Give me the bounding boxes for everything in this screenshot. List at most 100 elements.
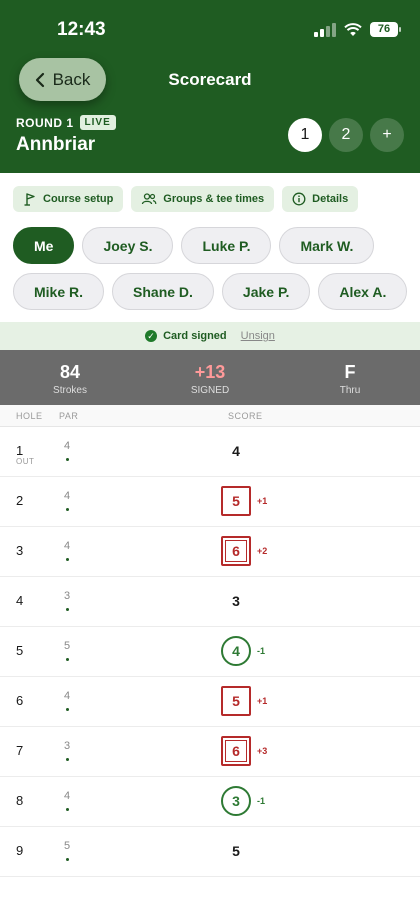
action-row: Course setup Groups & tee times Details [13, 186, 359, 212]
hole-par: 4 [64, 440, 71, 452]
hole-score[interactable]: 6 [221, 536, 251, 566]
score-summary: 84 Strokes +13 SIGNED F Thru [0, 350, 420, 405]
par-dot-icon [66, 558, 69, 561]
hole-row[interactable]: 7 3 6 +3 [0, 727, 420, 777]
player-chip-mark-w[interactable]: Mark W. [279, 227, 375, 264]
action-label: Details [312, 193, 349, 205]
par-dot-icon [66, 708, 69, 711]
hole-row[interactable]: 8 4 3 -1 [0, 777, 420, 827]
player-chip-joey-s[interactable]: Joey S. [82, 227, 174, 264]
col-par: PAR [59, 411, 79, 421]
hole-row[interactable]: 9 5 5 [0, 827, 420, 877]
score-diff: +1 [257, 696, 268, 706]
hole-number: 8 [16, 793, 24, 808]
unsign-link[interactable]: Unsign [241, 330, 275, 342]
hole-row[interactable]: 1 OUT 4 4 [0, 427, 420, 477]
hole-row[interactable]: 6 4 5 +1 [0, 677, 420, 727]
hole-row[interactable]: 5 5 4 -1 [0, 627, 420, 677]
hole-score[interactable]: 3 [221, 786, 251, 816]
score-diff: +2 [257, 546, 268, 556]
round-tab-2[interactable]: 2 [329, 118, 363, 152]
par-dot-icon [66, 858, 69, 861]
course-name: Annbriar [16, 134, 96, 155]
player-chip-mike-r[interactable]: Mike R. [13, 273, 105, 310]
battery-icon: 76 [370, 22, 401, 37]
player-chip-jake-p[interactable]: Jake P. [221, 273, 311, 310]
action-label: Course setup [43, 193, 114, 205]
action-details[interactable]: Details [282, 186, 359, 212]
strokes-value: 84 [59, 362, 81, 382]
par-dot-icon [66, 658, 69, 661]
hole-number: 1 [16, 443, 24, 458]
col-hole: HOLE [16, 411, 43, 421]
hole-score[interactable]: 5 [221, 836, 251, 866]
wifi-icon [344, 22, 362, 36]
header: 12:43 76 Back Scorecard ROUND 1 LIVE Ann… [0, 0, 420, 173]
thru-label: Thru [339, 385, 361, 396]
action-course-setup[interactable]: Course setup [13, 186, 124, 212]
round-tabs: 1 2 + [288, 118, 404, 152]
live-badge: LIVE [79, 115, 116, 130]
hole-score[interactable]: 3 [221, 586, 251, 616]
hole-number: 3 [16, 543, 24, 558]
hole-number: 6 [16, 693, 24, 708]
score-diff: +3 [257, 746, 268, 756]
strokes-stat: 84 Strokes [0, 350, 140, 405]
thru-stat: F Thru [280, 350, 420, 405]
hole-score[interactable]: 4 [221, 436, 251, 466]
page-title: Scorecard [168, 70, 252, 89]
hole-par: 4 [64, 690, 71, 702]
par-dot-icon [66, 458, 69, 461]
hole-sub-label: OUT [16, 457, 35, 466]
hole-number: 2 [16, 493, 24, 508]
status-time: 12:43 [57, 19, 106, 40]
hole-score[interactable]: 5 [221, 686, 251, 716]
to-par-value: +13 [194, 362, 226, 382]
hole-par: 3 [64, 740, 71, 752]
par-dot-icon [66, 808, 69, 811]
hole-par: 5 [64, 640, 71, 652]
signal-icon [314, 22, 336, 37]
to-par-stat: +13 SIGNED [140, 350, 280, 405]
thru-value: F [344, 362, 356, 382]
col-score: SCORE [228, 411, 263, 421]
par-dot-icon [66, 508, 69, 511]
hole-score[interactable]: 5 [221, 486, 251, 516]
hole-score[interactable]: 6 [221, 736, 251, 766]
player-selector: Me Joey S. Luke P. Mark W. Mike R. Shane D. Ja… [13, 227, 413, 310]
flag-icon [23, 192, 37, 206]
hole-par: 3 [64, 590, 71, 602]
hole-score[interactable]: 4 [221, 636, 251, 666]
player-chip-alex-a[interactable]: Alex A. [318, 273, 408, 310]
score-diff: -1 [257, 646, 266, 656]
add-round-button[interactable]: + [370, 118, 404, 152]
check-circle-icon: ✓ [145, 330, 158, 342]
hole-par: 5 [64, 840, 71, 852]
hole-number: 7 [16, 743, 24, 758]
score-diff: -1 [257, 796, 266, 806]
score-diff: +1 [257, 496, 268, 506]
hole-row[interactable]: 3 4 6 +2 [0, 527, 420, 577]
hole-row[interactable]: 2 4 5 +1 [0, 477, 420, 527]
round-label: ROUND 1 [16, 115, 74, 130]
hole-number: 9 [16, 843, 24, 858]
action-groups-tee-times[interactable]: Groups & tee times [131, 186, 275, 212]
card-status-bar: ✓ Card signed Unsign [0, 322, 420, 350]
card-signed-text: Card signed [163, 330, 227, 342]
par-dot-icon [66, 758, 69, 761]
hole-par: 4 [64, 490, 71, 502]
action-label: Groups & tee times [163, 193, 265, 205]
player-chip-me[interactable]: Me [13, 227, 75, 264]
hole-row[interactable]: 4 3 3 [0, 577, 420, 627]
player-chip-shane-d[interactable]: Shane D. [112, 273, 214, 310]
info-icon [292, 192, 306, 206]
par-dot-icon [66, 608, 69, 611]
player-chip-luke-p[interactable]: Luke P. [181, 227, 272, 264]
status-icons: 76 [314, 22, 401, 37]
round-line: ROUND 1 LIVE [16, 115, 116, 130]
round-tab-1[interactable]: 1 [288, 118, 322, 152]
strokes-label: Strokes [53, 385, 87, 396]
hole-number: 4 [16, 593, 24, 608]
to-par-label: SIGNED [190, 385, 230, 396]
hole-par: 4 [64, 790, 71, 802]
